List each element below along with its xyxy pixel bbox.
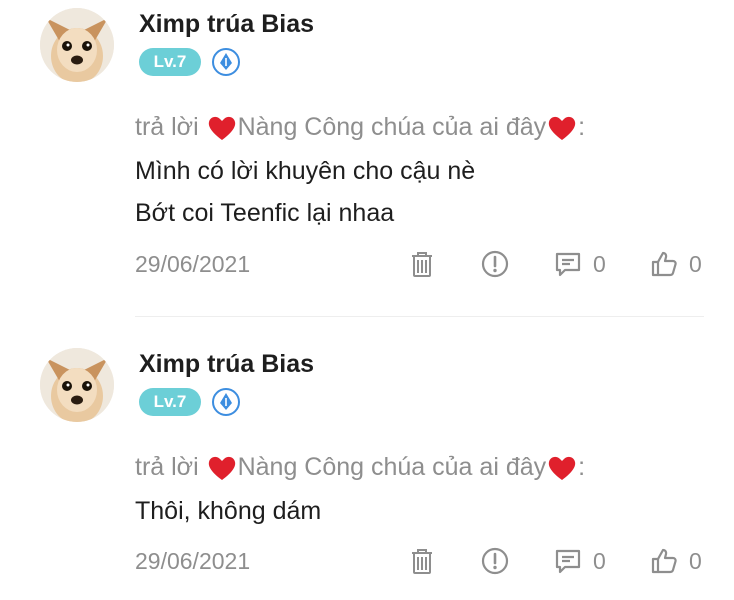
like-button[interactable]: 0 <box>649 248 702 280</box>
trash-icon <box>412 549 432 574</box>
comment-body-line: Bớt coi Teenfic lại nhaa <box>135 199 395 227</box>
reply-prefix: trả lời <box>135 113 199 141</box>
dog-avatar-image <box>40 348 114 422</box>
delete-button[interactable] <box>407 545 437 577</box>
reply-prefix: trả lời <box>135 453 199 481</box>
report-button[interactable] <box>480 248 510 280</box>
exclamation-icon <box>481 547 509 575</box>
exclamation-icon <box>481 250 509 278</box>
avatar[interactable] <box>40 348 114 422</box>
comment-icon <box>555 252 581 277</box>
delete-button[interactable] <box>407 248 437 280</box>
like-button[interactable]: 0 <box>649 545 702 577</box>
reply-count: 0 <box>593 547 606 574</box>
heart-icon <box>548 116 576 140</box>
heart-icon <box>208 116 235 140</box>
comment-body: Thôi, không dám <box>135 490 321 532</box>
reply-suffix: : <box>578 453 586 481</box>
comment-body: Mình có lời khuyên cho cậu nè Bớt coi Te… <box>135 150 475 234</box>
thumbs-up-icon <box>651 251 677 277</box>
like-count: 0 <box>689 547 702 574</box>
comment-date: 29/06/2021 <box>135 251 251 277</box>
comment-item: Ximp trúa Bias Lv.7 trả lời Nàng Công ch… <box>0 0 734 318</box>
reply-count: 0 <box>593 250 606 277</box>
heart-icon <box>208 456 235 480</box>
rank-pen-icon <box>212 48 240 76</box>
thumbs-up-icon <box>651 548 677 574</box>
avatar[interactable] <box>40 8 114 82</box>
comment-date: 29/06/2021 <box>135 548 251 574</box>
like-count: 0 <box>689 250 702 277</box>
comment-body-line: Mình có lời khuyên cho cậu nè <box>135 157 476 185</box>
comment-divider <box>135 316 704 317</box>
reply-to-line: trả lời Nàng Công chúa của ai đây : <box>135 453 585 482</box>
reply-to-line: trả lời Nàng Công chúa của ai đây : <box>135 113 585 142</box>
reply-target-name[interactable]: Nàng Công chúa của ai đây <box>238 453 547 482</box>
reply-target-name[interactable]: Nàng Công chúa của ai đây <box>238 113 547 142</box>
reply-button[interactable]: 0 <box>553 248 606 280</box>
dog-avatar-image <box>40 8 114 82</box>
rank-pen-icon <box>212 388 240 416</box>
reply-suffix: : <box>578 113 586 141</box>
trash-icon <box>412 252 432 277</box>
comment-icon <box>555 549 581 574</box>
reply-button[interactable]: 0 <box>553 545 606 577</box>
report-button[interactable] <box>480 545 510 577</box>
level-badge: Lv.7 <box>139 48 201 76</box>
username[interactable]: Ximp trúa Bias <box>139 350 314 379</box>
level-badge: Lv.7 <box>139 388 201 416</box>
comment-body-line: Thôi, không dám <box>135 497 322 525</box>
username[interactable]: Ximp trúa Bias <box>139 10 314 39</box>
heart-icon <box>548 456 576 480</box>
comment-item: Ximp trúa Bias Lv.7 trả lời Nàng Công ch… <box>0 340 734 600</box>
